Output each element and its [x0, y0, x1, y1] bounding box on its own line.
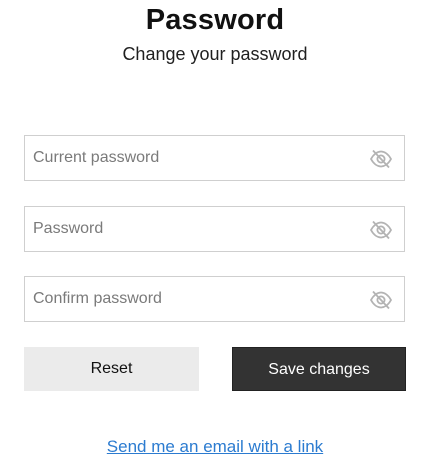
page-title: Password — [145, 4, 285, 36]
eye-slash-icon[interactable] — [369, 290, 393, 310]
new-password-input[interactable] — [25, 207, 404, 251]
eye-slash-icon[interactable] — [369, 149, 393, 169]
reset-button[interactable]: Reset — [24, 347, 199, 391]
eye-slash-icon[interactable] — [369, 220, 393, 240]
page-subtitle: Change your password — [122, 44, 308, 64]
change-password-page: Password Change your password Reset Save… — [0, 0, 424, 466]
confirm-password-field — [24, 276, 405, 322]
current-password-input[interactable] — [25, 136, 404, 180]
new-password-field — [24, 206, 405, 252]
current-password-field — [24, 135, 405, 181]
email-link[interactable]: Send me an email with a link — [0, 437, 424, 457]
confirm-password-input[interactable] — [25, 277, 404, 321]
save-changes-button[interactable]: Save changes — [232, 347, 406, 391]
